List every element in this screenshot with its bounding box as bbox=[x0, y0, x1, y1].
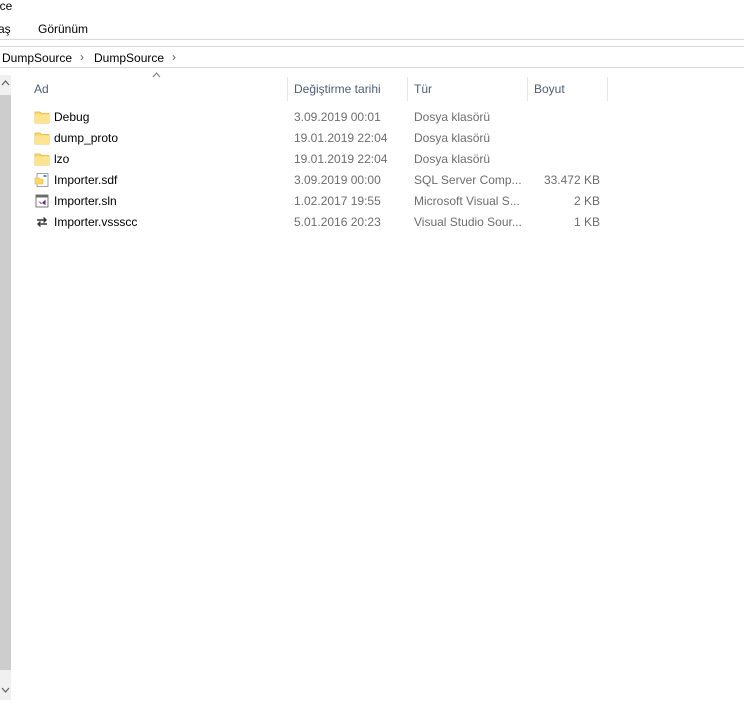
breadcrumb-item-dumpsource-parent[interactable]: DumpSource bbox=[2, 51, 72, 65]
column-header-name[interactable]: Ad bbox=[28, 77, 288, 101]
scroll-up-arrow-icon[interactable] bbox=[0, 77, 11, 91]
breadcrumb-chevron-icon[interactable]: › bbox=[80, 50, 84, 64]
breadcrumb-item-dumpsource[interactable]: DumpSource bbox=[94, 51, 164, 65]
folder-icon bbox=[34, 130, 50, 146]
file-name[interactable]: lzo bbox=[54, 152, 69, 166]
navigation-pane-scrollbar[interactable] bbox=[0, 75, 11, 700]
breadcrumb[interactable]: DumpSource › DumpSource › bbox=[0, 46, 744, 68]
file-name[interactable]: Debug bbox=[54, 110, 89, 124]
window-title: urce bbox=[0, 0, 13, 13]
list-item[interactable]: Debug 3.09.2019 00:01 Dosya klasörü bbox=[28, 107, 608, 128]
file-modified: 19.01.2019 22:04 bbox=[294, 152, 388, 166]
file-modified: 3.09.2019 00:01 bbox=[294, 110, 381, 124]
column-header-row: Ad Değiştirme tarihi Tür Boyut bbox=[28, 77, 608, 101]
scroll-down-arrow-icon[interactable] bbox=[0, 684, 11, 698]
file-name[interactable]: Importer.sdf bbox=[54, 173, 117, 187]
file-size: 1 KB bbox=[573, 215, 600, 229]
list-item[interactable]: lzo 19.01.2019 22:04 Dosya klasörü bbox=[28, 149, 608, 170]
list-item[interactable]: Importer.sdf 3.09.2019 00:00 SQL Server … bbox=[28, 170, 608, 191]
file-type: Dosya klasörü bbox=[414, 152, 491, 166]
file-name[interactable]: Importer.vssscc bbox=[54, 215, 137, 229]
file-modified: 1.02.2017 19:55 bbox=[294, 194, 381, 208]
visual-studio-solution-icon bbox=[34, 193, 50, 209]
folder-icon bbox=[34, 109, 50, 125]
file-name[interactable]: Importer.sln bbox=[54, 194, 117, 208]
file-type: Dosya klasörü bbox=[414, 131, 491, 145]
breadcrumb-chevron-icon[interactable]: › bbox=[172, 50, 176, 64]
file-name[interactable]: dump_proto bbox=[54, 131, 118, 145]
file-type: Microsoft Visual S... bbox=[414, 194, 520, 208]
column-header-type[interactable]: Tür bbox=[408, 77, 528, 101]
column-header-modified[interactable]: Değiştirme tarihi bbox=[288, 77, 408, 101]
file-size: 33.472 KB bbox=[543, 173, 600, 187]
window-title-bar: urce bbox=[0, 0, 744, 14]
file-type: Dosya klasörü bbox=[414, 110, 491, 124]
file-type: Visual Studio Sour... bbox=[414, 215, 522, 229]
file-modified: 3.09.2019 00:00 bbox=[294, 173, 381, 187]
list-item[interactable]: Importer.sln 1.02.2017 19:55 Microsoft V… bbox=[28, 191, 608, 212]
column-header-size[interactable]: Boyut bbox=[528, 77, 608, 101]
column-divider[interactable] bbox=[607, 77, 608, 101]
source-control-file-icon bbox=[34, 214, 50, 230]
file-list: Debug 3.09.2019 00:01 Dosya klasörü dump… bbox=[28, 107, 608, 233]
file-size: 2 KB bbox=[573, 194, 600, 208]
scrollbar-thumb[interactable] bbox=[0, 95, 11, 670]
folder-icon bbox=[34, 151, 50, 167]
sdf-file-icon bbox=[34, 172, 50, 188]
file-type: SQL Server Comp... bbox=[414, 173, 522, 187]
list-item[interactable]: dump_proto 19.01.2019 22:04 Dosya klasör… bbox=[28, 128, 608, 149]
list-item[interactable]: Importer.vssscc 5.01.2016 20:23 Visual S… bbox=[28, 212, 608, 233]
file-modified: 19.01.2019 22:04 bbox=[294, 131, 388, 145]
tab-view[interactable]: Görünüm bbox=[38, 22, 88, 36]
tab-partial[interactable]: aş bbox=[0, 22, 11, 36]
file-modified: 5.01.2016 20:23 bbox=[294, 215, 381, 229]
ribbon-tabs: aş Görünüm bbox=[0, 14, 744, 40]
